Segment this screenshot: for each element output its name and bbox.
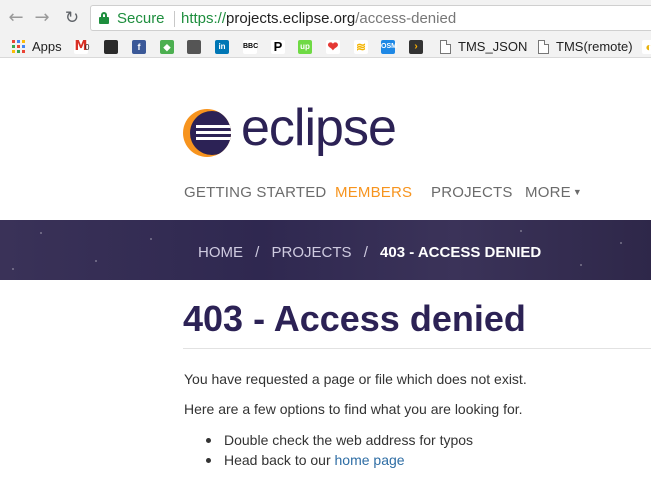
- logo-wordmark: eclipse: [241, 99, 397, 157]
- caret-down-icon: ▼: [572, 187, 582, 197]
- url-scheme: https://: [181, 10, 227, 27]
- bookmark-overflow-icon[interactable]: ◐: [642, 40, 651, 54]
- eclipse-logo-icon: [183, 109, 231, 157]
- nav-projects[interactable]: PROJECTS: [431, 184, 513, 201]
- nav-more-label: MORE: [525, 184, 571, 201]
- heart-icon[interactable]: ❤: [326, 40, 340, 54]
- nav-getting-started[interactable]: GETTING STARTED: [184, 184, 326, 201]
- bookmark-stripes-icon[interactable]: [104, 40, 118, 54]
- url-text[interactable]: https://projects.eclipse.org/access-deni…: [181, 10, 456, 27]
- linkedin-icon[interactable]: in: [215, 40, 229, 54]
- breadcrumb-separator: /: [255, 244, 260, 261]
- nav-members[interactable]: MEMBERS: [335, 184, 412, 201]
- list-item: Head back to our home page: [204, 450, 473, 470]
- bookmarks-bar: Apps M 0 f ◆ in BBC P up ❤ ≋ OSM › TMS_J…: [0, 36, 651, 58]
- address-bar[interactable]: Secure https://projects.eclipse.org/acce…: [90, 5, 651, 31]
- nav-more[interactable]: MORE ▼: [525, 184, 582, 201]
- bookmark-tms-json[interactable]: TMS_JSON: [458, 39, 527, 55]
- osm-icon[interactable]: OSM: [381, 40, 397, 54]
- option-home-prefix: Head back to our: [224, 452, 335, 468]
- page-title: 403 - Access denied: [183, 298, 526, 339]
- options-intro: Here are a few options to find what you …: [184, 401, 523, 417]
- breadcrumb: HOME / PROJECTS / 403 - ACCESS DENIED: [198, 244, 541, 261]
- title-divider: [183, 348, 651, 349]
- upwork-icon[interactable]: up: [298, 40, 312, 54]
- feedly-icon[interactable]: ◆: [160, 40, 174, 54]
- wave-icon[interactable]: ≋: [354, 40, 368, 54]
- lock-icon[interactable]: [99, 12, 109, 24]
- bbc-icon[interactable]: BBC: [243, 40, 258, 54]
- breadcrumb-current: 403 - ACCESS DENIED: [380, 244, 542, 261]
- reload-icon[interactable]: ↻: [62, 8, 82, 28]
- options-list: Double check the web address for typos H…: [204, 430, 473, 470]
- breadcrumb-separator: /: [363, 244, 368, 261]
- pocket-p-icon[interactable]: P: [271, 40, 285, 54]
- back-arrow-icon[interactable]: ←: [6, 8, 26, 28]
- breadcrumb-banner: HOME / PROJECTS / 403 - ACCESS DENIED: [0, 220, 651, 280]
- address-divider: [174, 11, 175, 27]
- breadcrumb-projects[interactable]: PROJECTS: [272, 244, 352, 261]
- document-icon[interactable]: [538, 40, 549, 54]
- gmail-badge: 0: [85, 43, 90, 52]
- eclipse-logo[interactable]: eclipse: [183, 99, 423, 160]
- list-item: Double check the web address for typos: [204, 430, 473, 450]
- bookmark-apps[interactable]: Apps: [32, 39, 62, 55]
- plex-icon[interactable]: ›: [409, 40, 423, 54]
- bookmark-bars-icon[interactable]: [187, 40, 201, 54]
- url-path: /access-denied: [355, 10, 457, 27]
- bookmark-tms-remote[interactable]: TMS(remote): [556, 39, 633, 55]
- error-message: You have requested a page or file which …: [184, 371, 527, 387]
- secure-label[interactable]: Secure: [117, 10, 165, 27]
- document-icon[interactable]: [440, 40, 451, 54]
- url-host: projects.eclipse.org: [226, 10, 356, 27]
- forward-arrow-icon[interactable]: →: [32, 8, 52, 28]
- breadcrumb-home[interactable]: HOME: [198, 244, 243, 261]
- apps-grid-icon[interactable]: [12, 40, 26, 54]
- browser-toolbar: ← → ↻ Secure https://projects.eclipse.or…: [0, 0, 651, 36]
- option-check-address: Double check the web address for typos: [224, 432, 474, 448]
- home-page-link[interactable]: home page: [335, 452, 405, 468]
- facebook-icon[interactable]: f: [132, 40, 146, 54]
